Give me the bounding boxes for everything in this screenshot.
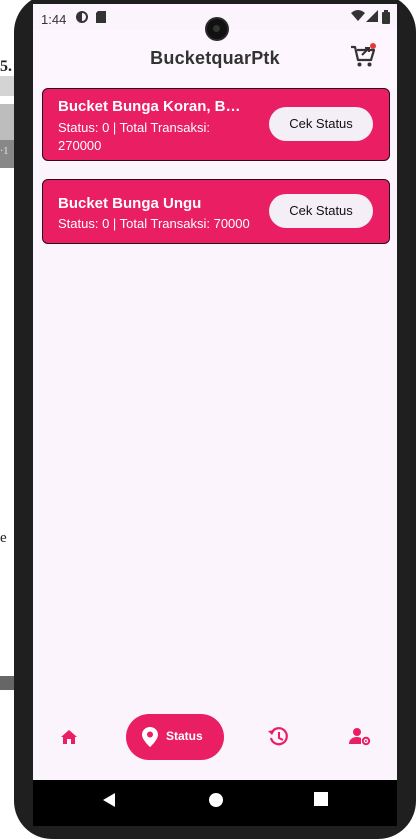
front-camera [207, 19, 227, 39]
background-text: 5. [0, 58, 12, 75]
history-icon[interactable] [262, 720, 296, 754]
user-settings-icon[interactable] [343, 720, 377, 754]
app-notification-icon [76, 11, 88, 23]
app-screen: 1:44 BucketquarPtk Bucket Bunga Koran, B… [33, 4, 397, 780]
home-icon[interactable] [52, 720, 86, 754]
battery-icon [382, 10, 390, 24]
nav-status-tab[interactable]: Status [126, 714, 224, 760]
cart-icon[interactable] [349, 42, 377, 70]
status-time: 1:44 [41, 12, 67, 27]
recents-icon[interactable] [314, 792, 328, 806]
order-card: Bucket Bunga Koran, Buck... Status: 0 | … [42, 88, 390, 161]
system-navigation-bar [33, 780, 397, 826]
bottom-navigation: Status [46, 712, 384, 762]
nav-status-label: Status [166, 729, 203, 743]
order-status-line: Status: 0 | Total Transaksi: [58, 120, 210, 135]
order-status-line: Status: 0 | Total Transaksi: 70000 [58, 216, 250, 231]
cek-status-button[interactable]: Cek Status [269, 194, 373, 228]
order-total: 270000 [58, 138, 102, 153]
order-card: Bucket Bunga Ungu Status: 0 | Total Tran… [42, 179, 390, 244]
wifi-icon [351, 10, 365, 21]
sd-card-icon [96, 11, 106, 23]
location-pin-icon [142, 727, 158, 747]
page-title: BucketquarPtk [150, 48, 280, 68]
back-icon[interactable] [101, 792, 117, 808]
home-circle-icon[interactable] [208, 792, 224, 808]
signal-icon [366, 10, 378, 22]
order-title: Bucket Bunga Koran, Buck... [58, 98, 248, 115]
cek-status-button[interactable]: Cek Status [269, 107, 373, 141]
background-text: e [0, 530, 7, 546]
background-text: ·1 [0, 146, 9, 157]
order-title: Bucket Bunga Ungu [58, 195, 202, 212]
